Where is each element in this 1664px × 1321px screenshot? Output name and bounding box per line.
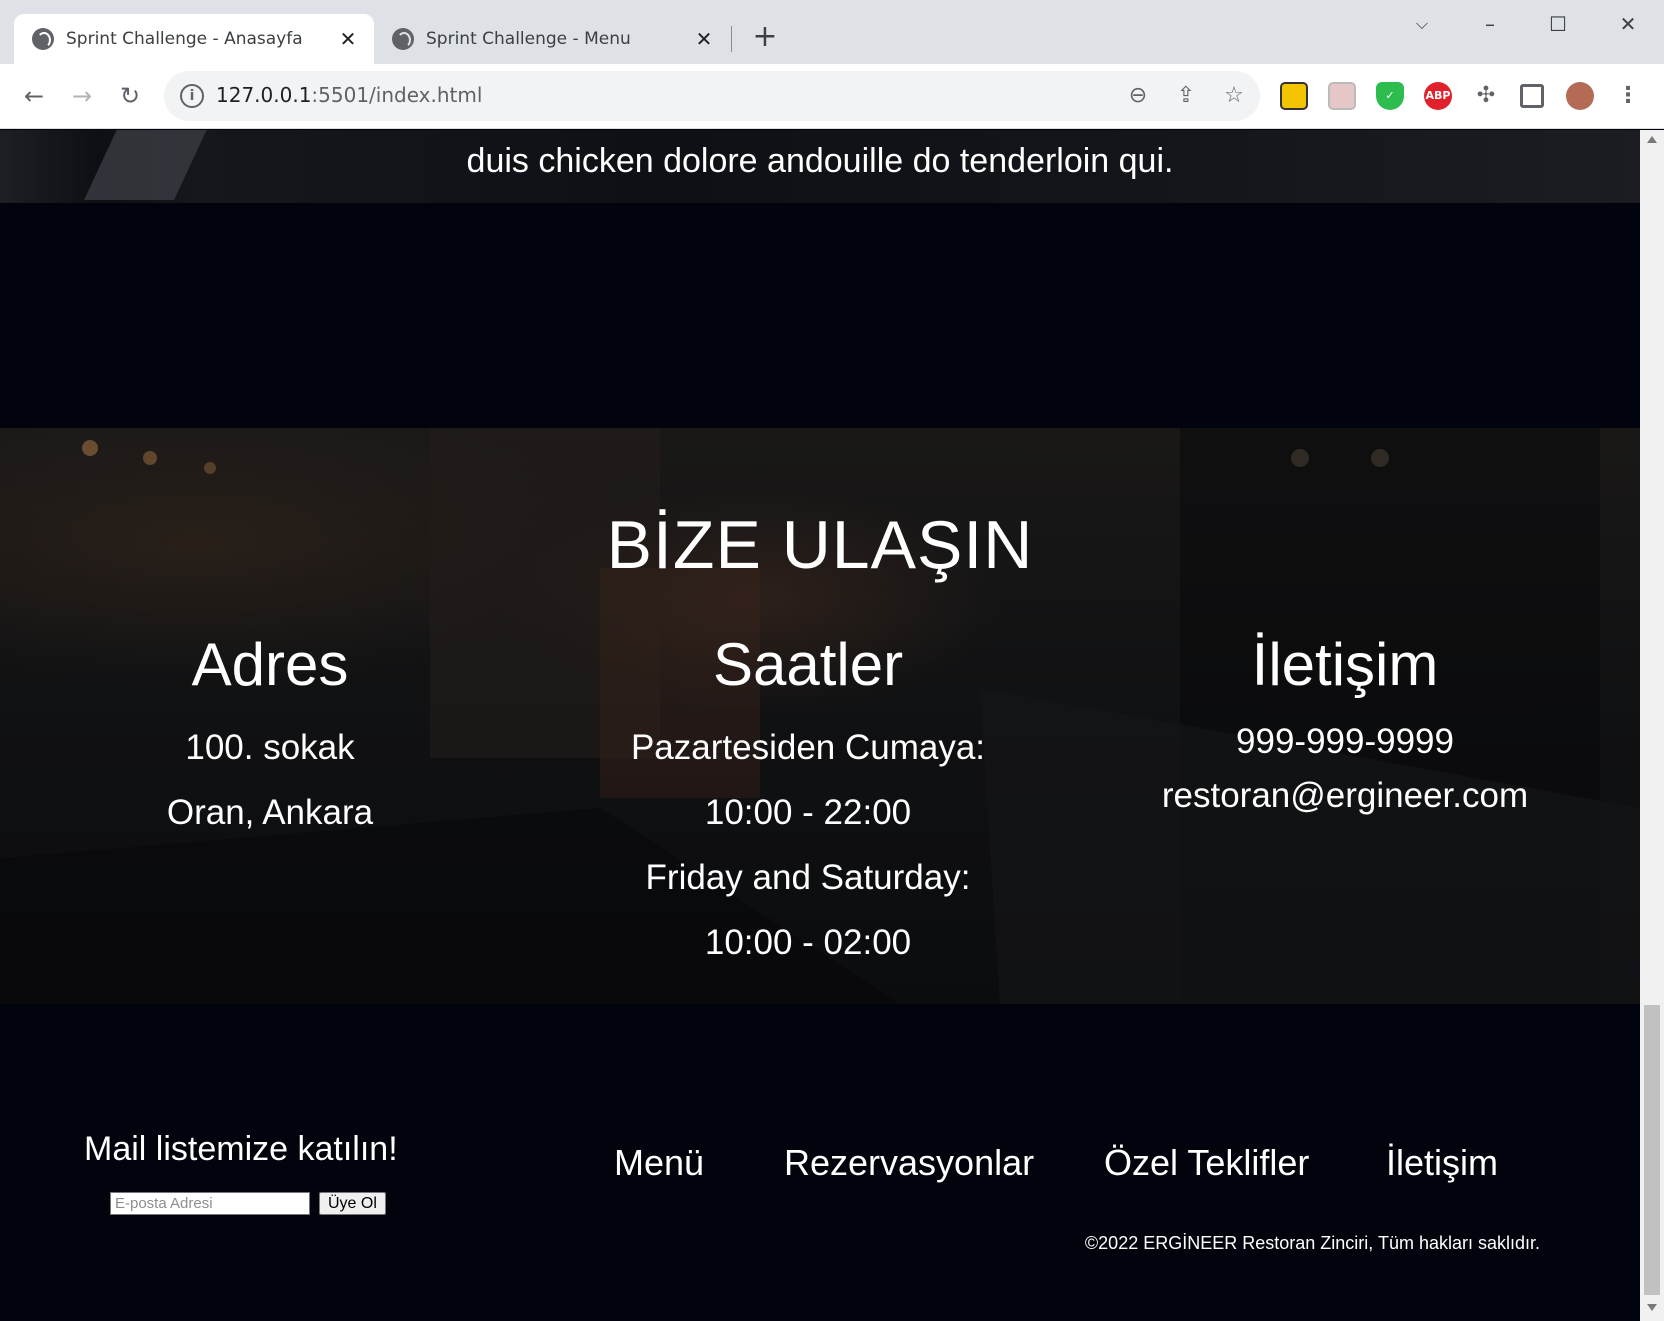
forward-arrow-icon[interactable]: →	[64, 78, 100, 114]
profile-avatar[interactable]	[1566, 82, 1594, 110]
address-column: Adres 100. sokak Oran, Ankara	[60, 630, 480, 845]
tab-anasayfa[interactable]: Sprint Challenge - Anasayfa ✕	[14, 14, 374, 64]
address-line: Oran, Ankara	[166, 793, 374, 832]
phone-number: 999-999-9999	[1236, 722, 1454, 761]
copyright-text: ©2022 ERGİNEER Restoran Zinciri, Tüm hak…	[1084, 1233, 1540, 1253]
minimize-icon[interactable]: –	[1470, 10, 1510, 38]
close-icon[interactable]: ✕	[692, 27, 716, 51]
shield-extension-icon[interactable]: ✓	[1376, 82, 1404, 110]
email-address: restoran@ergineer.com	[1161, 776, 1529, 815]
globe-icon	[392, 28, 414, 50]
hours-line: 10:00 - 02:00	[704, 923, 912, 962]
browser-tab-bar: Sprint Challenge - Anasayfa ✕ Sprint Cha…	[0, 0, 1664, 64]
browser-toolbar: ← → ↻ i 127.0.0.1:5501/index.html ⊖ ⇪ ☆ …	[0, 64, 1664, 129]
scroll-up-arrow-icon[interactable]	[1647, 136, 1657, 143]
newsletter-form: Üye Ol	[110, 1192, 386, 1215]
close-icon[interactable]: ✕	[336, 27, 360, 51]
footer-link-menu[interactable]: Menü	[614, 1142, 704, 1184]
hours-line: Pazartesiden Cumaya:	[630, 728, 986, 767]
url-path: :5501/index.html	[311, 83, 483, 107]
contact-section: BİZE ULAŞIN Adres 100. sokak Oran, Ankar…	[0, 428, 1640, 1004]
maximize-icon[interactable]: ☐	[1538, 10, 1578, 38]
hours-line: 10:00 - 22:00	[704, 793, 912, 832]
contact-heading: BİZE ULAŞIN	[606, 507, 1034, 583]
reload-icon[interactable]: ↻	[112, 78, 148, 114]
page-viewport: duis chicken dolore andouille do tenderl…	[0, 130, 1640, 1321]
tab-separator	[731, 26, 732, 52]
vertical-scrollbar[interactable]	[1640, 130, 1664, 1321]
bookmark-star-icon[interactable]: ☆	[1220, 82, 1248, 110]
url-host: 127.0.0.1	[216, 83, 312, 107]
footer-link-contact[interactable]: İletişim	[1386, 1142, 1498, 1184]
address-bar[interactable]: i 127.0.0.1:5501/index.html ⊖ ⇪ ☆	[164, 71, 1260, 121]
hours-column: Saatler Pazartesiden Cumaya: 10:00 - 22:…	[598, 630, 1018, 975]
footer: Mail listemize katılın! Üye Ol Menü Reze…	[0, 1005, 1640, 1321]
kebab-menu-icon[interactable]: ⋮	[1614, 82, 1642, 110]
scroll-down-arrow-icon[interactable]	[1647, 1304, 1657, 1311]
folder-extension-icon[interactable]	[1280, 82, 1308, 110]
new-tab-plus-icon[interactable]: +	[750, 22, 780, 52]
adblock-extension-icon[interactable]: ABP	[1424, 82, 1452, 110]
window-close-icon[interactable]: ✕	[1608, 10, 1648, 38]
share-icon[interactable]: ⇪	[1172, 82, 1200, 110]
footer-link-reservations[interactable]: Rezervasyonlar	[784, 1142, 1034, 1184]
address-title: Adres	[191, 631, 349, 698]
tab-search-chevron-icon[interactable]: ⌵	[1402, 10, 1442, 38]
subscribe-button[interactable]: Üye Ol	[319, 1192, 386, 1215]
tab-menu[interactable]: Sprint Challenge - Menu ✕	[374, 14, 730, 64]
site-info-icon[interactable]: i	[180, 84, 204, 108]
about-section-bottom: duis chicken dolore andouille do tenderl…	[0, 130, 1640, 203]
about-text: duis chicken dolore andouille do tenderl…	[466, 142, 1174, 180]
address-line: 100. sokak	[185, 728, 355, 767]
email-input[interactable]	[110, 1192, 310, 1215]
reader-extension-icon[interactable]	[1328, 82, 1356, 110]
contact-info-title: İletişim	[1251, 631, 1439, 698]
back-arrow-icon[interactable]: ←	[16, 78, 52, 114]
zoom-out-icon[interactable]: ⊖	[1124, 82, 1152, 110]
side-panel-icon[interactable]	[1520, 84, 1544, 108]
hours-line: Friday and Saturday:	[645, 858, 971, 897]
newsletter-title: Mail listemize katılın!	[84, 1130, 398, 1168]
tab-title: Sprint Challenge - Menu	[426, 29, 631, 49]
puzzle-extension-icon[interactable]: ✣	[1472, 82, 1500, 110]
footer-link-special-offers[interactable]: Özel Teklifler	[1104, 1142, 1309, 1184]
tab-title: Sprint Challenge - Anasayfa	[66, 29, 303, 49]
contact-info-column: İletişim 999-999-9999 restoran@ergineer.…	[1135, 630, 1555, 823]
globe-icon	[32, 28, 54, 50]
scrollbar-thumb[interactable]	[1644, 1005, 1660, 1295]
url-text[interactable]: 127.0.0.1:5501/index.html	[216, 83, 482, 107]
hours-title: Saatler	[712, 631, 904, 698]
